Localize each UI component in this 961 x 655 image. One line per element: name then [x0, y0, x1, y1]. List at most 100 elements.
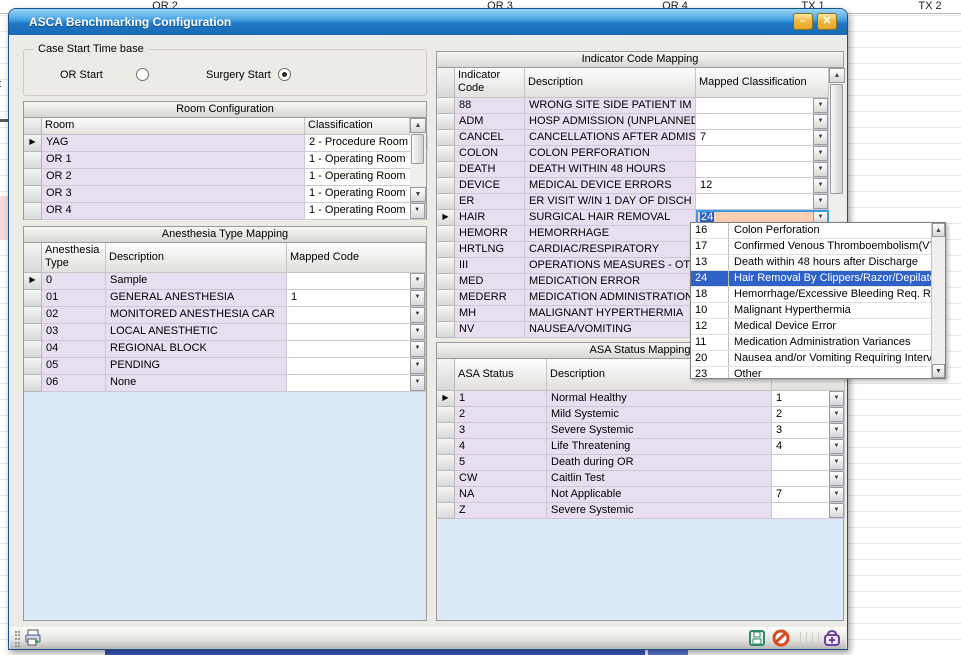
dropdown-arrow-icon[interactable]: ▼	[829, 439, 844, 454]
asa-description-cell[interactable]: Severe Systemic	[547, 503, 772, 519]
mapped-code-combo[interactable]: ▼	[287, 324, 426, 341]
room-cell[interactable]: OR 2	[42, 169, 305, 186]
mapped-code-combo[interactable]: ▼	[287, 358, 426, 375]
mapped-code-combo[interactable]: 1 ▼	[287, 290, 426, 307]
dialog-titlebar[interactable]: ASCA Benchmarking Configuration – ✕	[9, 9, 847, 35]
row-selector[interactable]	[24, 169, 42, 186]
row-selector[interactable]	[437, 146, 455, 162]
room-cell[interactable]: OR 3	[42, 186, 305, 203]
mapped-code-combo[interactable]: ▼	[287, 273, 426, 290]
dropdown-arrow-icon[interactable]: ▼	[829, 487, 844, 502]
dropdown-arrow-icon[interactable]: ▼	[410, 307, 425, 323]
row-selector[interactable]	[437, 130, 455, 146]
anesthesia-type-cell[interactable]: 01	[42, 290, 106, 307]
asa-mapped-combo[interactable]: ▼	[772, 471, 845, 487]
asa-status-cell[interactable]: 3	[455, 423, 547, 439]
asa-description-cell[interactable]: Not Applicable	[547, 487, 772, 503]
dropdown-arrow-icon[interactable]: ▼	[410, 290, 425, 306]
indicator-description-cell[interactable]: OPERATIONS MEASURES - OTH	[525, 258, 696, 274]
dropdown-arrow-icon[interactable]: ▼	[813, 130, 828, 145]
asa-mapped-combo[interactable]: 2 ▼	[772, 407, 845, 423]
row-selector[interactable]	[437, 226, 455, 242]
asa-status-cell[interactable]: Z	[455, 503, 547, 519]
mapped-code-combo[interactable]: ▼	[287, 341, 426, 358]
indicator-description-cell[interactable]: HOSP ADMISSION (UNPLANNED	[525, 114, 696, 130]
row-selector[interactable]	[437, 178, 455, 194]
asa-description-cell[interactable]: Severe Systemic	[547, 423, 772, 439]
dropdown-item[interactable]: 16 Colon Perforation	[691, 223, 945, 239]
asa-status-cell[interactable]: 2	[455, 407, 547, 423]
dropdown-arrow-icon[interactable]: ▼	[813, 146, 828, 161]
indicator-code-cell[interactable]: MEDERR	[455, 290, 525, 306]
asa-status-cell[interactable]: 4	[455, 439, 547, 455]
asa-description-cell[interactable]: Normal Healthy	[547, 391, 772, 407]
row-selector[interactable]	[437, 290, 455, 306]
dropdown-arrow-icon[interactable]: ▼	[813, 162, 828, 177]
dropdown-item[interactable]: 20 Nausea and/or Vomiting Requiring Inte…	[691, 351, 945, 367]
indicator-code-cell[interactable]: CANCEL	[455, 130, 525, 146]
indicator-code-cell[interactable]: MED	[455, 274, 525, 290]
indicator-scroll-thumb[interactable]	[830, 84, 843, 194]
mapped-classification-combo[interactable]: 7 ▼	[696, 130, 829, 146]
dropdown-arrow-icon[interactable]: ▼	[829, 471, 844, 486]
room-scroll-down-icon[interactable]: ▼	[410, 187, 426, 202]
indicator-description-cell[interactable]: MEDICATION ERROR	[525, 274, 696, 290]
indicator-description-cell[interactable]: ER VISIT W/IN 1 DAY OF DISCH	[525, 194, 696, 210]
classification-combo[interactable]: 1 - Operating Room ▼	[305, 152, 426, 169]
dropdown-scrollbar[interactable]: ▲ ▼	[931, 223, 945, 378]
anesthesia-type-cell[interactable]: 06	[42, 375, 106, 392]
indicator-code-cell[interactable]: 88	[455, 98, 525, 114]
dropdown-arrow-icon[interactable]: ▼	[410, 203, 425, 219]
row-selector[interactable]	[437, 471, 455, 487]
dropdown-arrow-icon[interactable]: ▼	[829, 503, 844, 518]
asa-status-cell[interactable]: 1	[455, 391, 547, 407]
asa-description-cell[interactable]: Death during OR	[547, 455, 772, 471]
room-cell[interactable]: OR 4	[42, 203, 305, 220]
print-button[interactable]	[24, 629, 45, 649]
indicator-description-cell[interactable]: NAUSEA/VOMITING	[525, 322, 696, 338]
row-selector[interactable]	[437, 407, 455, 423]
anesthesia-description-cell[interactable]: MONITORED ANESTHESIA CAR	[106, 307, 287, 324]
mapped-classification-combo[interactable]: 12 ▼	[696, 178, 829, 194]
dropdown-arrow-icon[interactable]: ▼	[410, 341, 425, 357]
row-selector[interactable]	[437, 322, 455, 338]
indicator-code-cell[interactable]: ADM	[455, 114, 525, 130]
mapped-classification-combo[interactable]: ▼	[696, 98, 829, 114]
toolbar-grip[interactable]	[15, 631, 20, 647]
mapped-classification-combo[interactable]: ▼	[696, 146, 829, 162]
room-cell[interactable]: YAG	[42, 135, 305, 152]
row-selector[interactable]	[24, 186, 42, 203]
indicator-description-cell[interactable]: CANCELLATIONS AFTER ADMIS	[525, 130, 696, 146]
classification-combo[interactable]: 1 - Operating Room ▼	[305, 203, 426, 220]
row-selector[interactable]	[437, 258, 455, 274]
exit-button[interactable]	[823, 629, 844, 649]
row-selector-active[interactable]: ▶	[437, 391, 455, 407]
or-start-radio[interactable]	[136, 68, 149, 81]
indicator-description-cell[interactable]: WRONG SITE SIDE PATIENT IM	[525, 98, 696, 114]
row-selector[interactable]	[437, 162, 455, 178]
dropdown-item-selected[interactable]: 24 Hair Removal By Clippers/Razor/Depila…	[691, 271, 945, 287]
indicator-scroll-up-icon[interactable]: ▲	[829, 68, 845, 83]
indicator-description-cell[interactable]: MEDICAL DEVICE ERRORS	[525, 178, 696, 194]
dropdown-scroll-up-icon[interactable]: ▲	[932, 223, 945, 237]
row-selector[interactable]	[24, 152, 42, 169]
indicator-code-cell[interactable]: NV	[455, 322, 525, 338]
dropdown-arrow-icon[interactable]: ▼	[829, 455, 844, 470]
mapped-classification-combo[interactable]: ▼	[696, 162, 829, 178]
indicator-code-cell[interactable]: DEATH	[455, 162, 525, 178]
asa-status-cell[interactable]: 5	[455, 455, 547, 471]
close-button-icon[interactable]: ✕	[817, 13, 837, 30]
indicator-code-cell[interactable]: HRTLNG	[455, 242, 525, 258]
asa-status-cell[interactable]: NA	[455, 487, 547, 503]
row-selector[interactable]	[24, 358, 42, 375]
row-selector[interactable]	[24, 375, 42, 392]
row-selector[interactable]	[24, 341, 42, 358]
row-selector[interactable]	[437, 242, 455, 258]
dropdown-arrow-icon[interactable]: ▼	[410, 324, 425, 340]
indicator-code-cell[interactable]: MH	[455, 306, 525, 322]
room-scroll-thumb[interactable]	[411, 134, 424, 164]
mapped-code-combo[interactable]: ▼	[287, 307, 426, 324]
row-selector[interactable]	[437, 194, 455, 210]
dropdown-item[interactable]: 10 Malignant Hyperthermia	[691, 303, 945, 319]
indicator-description-cell[interactable]: SURGICAL HAIR REMOVAL	[525, 210, 696, 226]
